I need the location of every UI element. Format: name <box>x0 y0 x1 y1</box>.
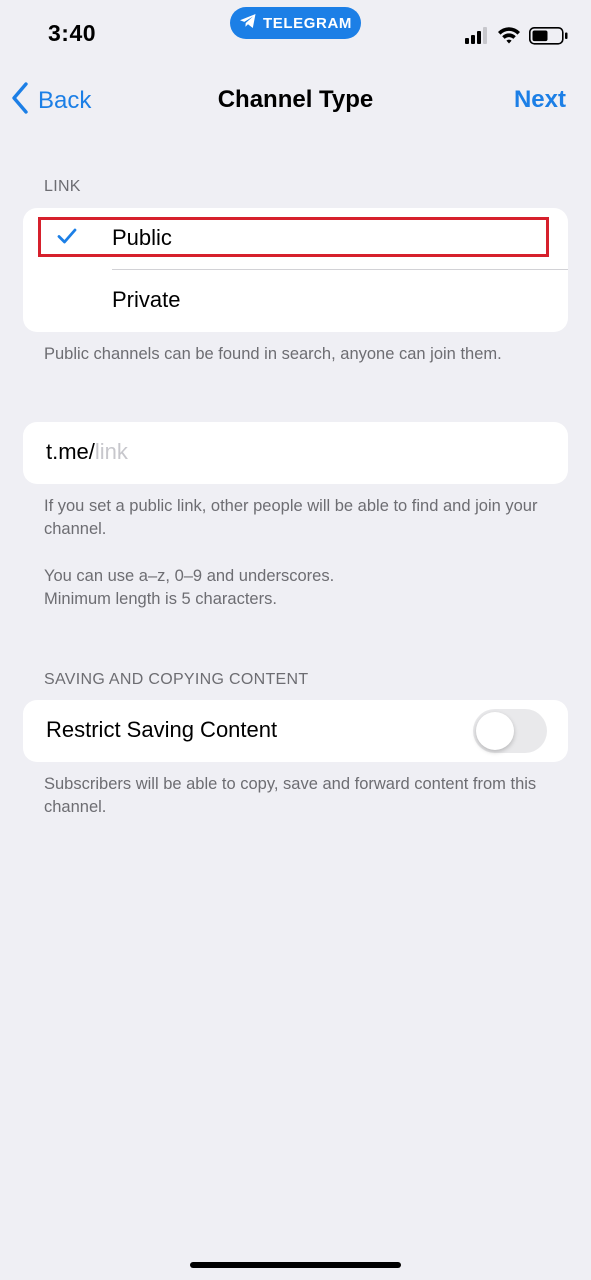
link-rules-line-2: Minimum length is 5 characters. <box>44 590 277 608</box>
restrict-saving-toggle[interactable] <box>473 709 547 753</box>
status-icons <box>465 24 575 48</box>
option-private[interactable]: Private <box>23 270 568 332</box>
telegram-plane-icon <box>239 13 257 33</box>
wifi-icon <box>498 27 520 44</box>
option-private-label: Private <box>112 287 181 312</box>
highlight-annotation <box>38 217 549 257</box>
next-button[interactable]: Next <box>514 86 566 114</box>
option-public[interactable]: Public <box>23 208 568 270</box>
battery-icon <box>529 27 568 45</box>
link-section-header: LINK <box>44 178 81 195</box>
saving-footnote: Subscribers will be able to copy, save a… <box>44 775 537 816</box>
public-link-card: t.me/ link <box>23 422 568 484</box>
link-rules-line-1: You can use a–z, 0–9 and underscores. <box>44 567 335 585</box>
restrict-saving-label: Restrict Saving Content <box>46 717 278 742</box>
link-footnote: Public channels can be found in search, … <box>44 345 502 363</box>
toggle-knob <box>476 712 514 750</box>
saving-section-header: SAVING AND COPYING CONTENT <box>44 671 309 688</box>
status-time: 3:40 <box>48 20 97 46</box>
public-link-input[interactable]: t.me/ link <box>46 439 128 465</box>
public-link-footnote: If you set a public link, other people w… <box>44 497 538 538</box>
page-title: Channel Type <box>217 86 374 113</box>
home-indicator[interactable] <box>190 1262 401 1268</box>
app-name-label: TELEGRAM <box>263 14 352 32</box>
link-placeholder: link <box>94 439 128 464</box>
restrict-saving-card: Restrict Saving Content <box>23 700 568 762</box>
link-prefix: t.me/ <box>46 439 95 464</box>
cellular-signal-icon <box>465 27 487 44</box>
link-type-card: Public Private <box>23 208 568 332</box>
return-to-app-pill[interactable]: TELEGRAM <box>230 7 361 39</box>
